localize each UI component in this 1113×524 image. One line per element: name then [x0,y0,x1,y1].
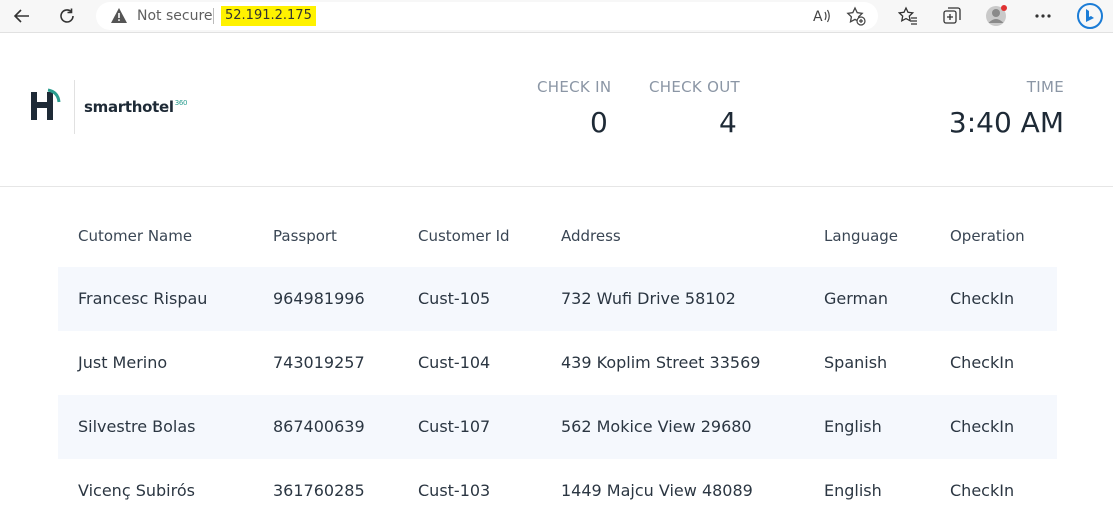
customer-id: Cust-104 [418,353,491,372]
checkin-button[interactable]: CheckIn [950,417,1014,436]
customer-address: 439 Koplim Street 33569 [561,353,761,372]
logo-superscript: 360 [174,99,188,107]
customer-address: 1449 Majcu View 48089 [561,481,753,500]
customer-language: English [824,481,882,500]
favorites-icon[interactable] [894,3,922,29]
more-options-icon[interactable] [1029,3,1057,29]
column-header-passport: Passport [273,227,337,245]
logo-divider [74,80,75,134]
customer-language: Spanish [824,353,888,372]
check-out-label: CHECK OUT [649,78,740,96]
customer-id: Cust-103 [418,481,491,500]
customer-name: Just Merino [78,353,168,372]
checkin-button[interactable]: CheckIn [950,481,1014,500]
customer-name: Silvestre Bolas [78,417,196,436]
table-header: Cutomer Name Passport Customer Id Addres… [58,203,1057,267]
column-header-operation: Operation [950,227,1025,245]
passport-number: 867400639 [273,417,365,436]
customer-language: German [824,289,889,308]
security-status[interactable]: Not secure [137,8,213,24]
passport-number: 964981996 [273,289,365,308]
check-in-count: 0 [590,106,608,139]
collections-icon[interactable] [938,3,966,29]
customer-id: Cust-107 [418,417,491,436]
table-row: Just Merino 743019257 Cust-104 439 Kopli… [58,331,1057,395]
column-header-language: Language [824,227,899,245]
bing-copilot-icon[interactable] [1074,3,1106,29]
table-row: Francesc Rispau 964981996 Cust-105 732 W… [58,267,1057,331]
address-bar[interactable]: Not secure 52.191.2.175 A [96,2,878,30]
customer-table: Cutomer Name Passport Customer Id Addres… [58,203,1057,523]
add-favorite-icon[interactable] [846,6,866,31]
passport-number: 361760285 [273,481,365,500]
passport-number: 743019257 [273,353,365,372]
warning-triangle-icon [110,7,128,29]
check-in-label: CHECK IN [537,78,612,96]
refresh-icon[interactable] [53,3,81,29]
customer-address: 732 Wufi Drive 58102 [561,289,736,308]
customer-address: 562 Mokice View 29680 [561,417,752,436]
customer-name: Francesc Rispau [78,289,208,308]
current-time: 3:40 AM [948,106,1064,139]
back-arrow-icon[interactable] [8,3,36,29]
customer-name: Vicenç Subirós [78,481,195,500]
url-text[interactable]: 52.191.2.175 [221,6,316,26]
column-header-address: Address [561,227,621,245]
column-header-customer-id: Customer Id [418,227,510,245]
customer-language: English [824,417,882,436]
check-out-count: 4 [719,106,737,139]
time-label: TIME [1026,78,1064,96]
column-header-name: Cutomer Name [78,227,193,245]
app-header: smarthotel360 CHECK IN 0 CHECK OUT 4 TIM… [0,34,1113,187]
checkin-button[interactable]: CheckIn [950,289,1014,308]
read-aloud-icon[interactable]: A [812,6,832,31]
browser-toolbar: Not secure 52.191.2.175 A [0,0,1113,33]
customer-id: Cust-105 [418,289,491,308]
logo-text: smarthotel360 [84,98,188,116]
checkin-button[interactable]: CheckIn [950,353,1014,372]
table-row: Silvestre Bolas 867400639 Cust-107 562 M… [58,395,1057,459]
svg-text:A: A [813,9,823,25]
address-separator [213,8,214,24]
table-row: Vicenç Subirós 361760285 Cust-103 1449 M… [58,459,1057,523]
smarthotel-logo-icon [28,88,62,131]
profile-avatar-icon[interactable] [982,3,1010,29]
